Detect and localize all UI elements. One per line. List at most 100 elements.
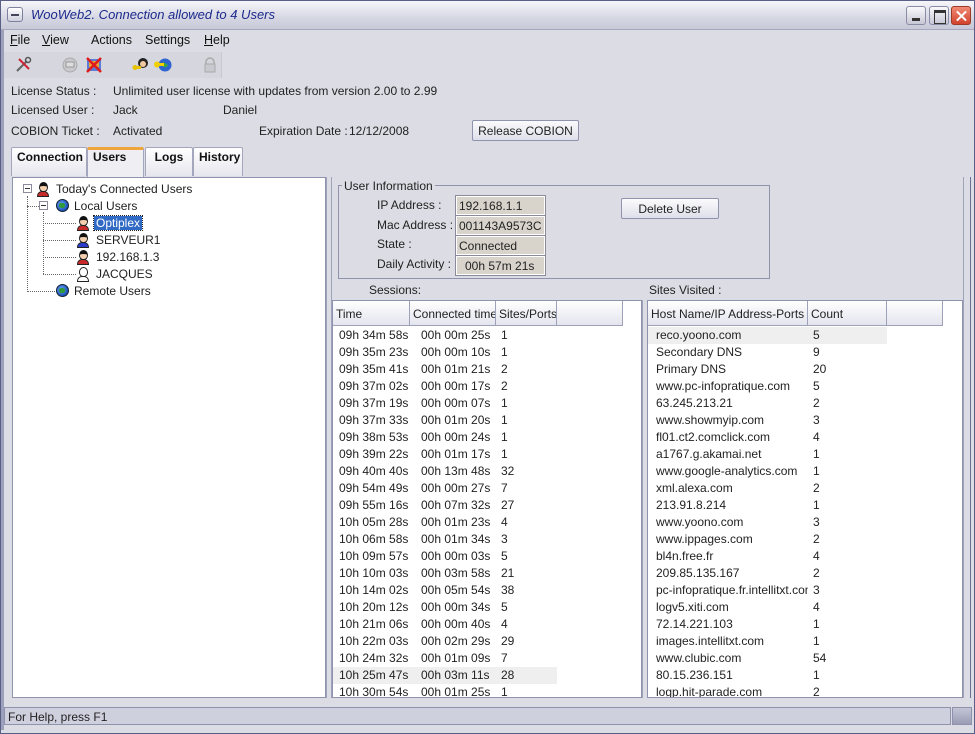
tree-node-todays-connected-users[interactable]: Today's Connected Users (35, 181, 194, 197)
computer-icon[interactable] (61, 56, 79, 74)
system-menu-icon[interactable] (7, 7, 23, 22)
sessions-cell-1: 00h 03m 11s (421, 668, 490, 682)
sessions-cell-0: 10h 22m 03s (339, 634, 409, 648)
site-row[interactable]: 63.245.213.21 2 (648, 395, 887, 412)
sessions-cell-1: 00h 00m 03s (421, 549, 491, 563)
delete-user-button[interactable]: Delete User (621, 198, 719, 219)
tree-node-remote-users[interactable]: Remote Users (51, 283, 153, 299)
tools-icon[interactable] (14, 56, 32, 74)
sites-cell-0: Primary DNS (656, 362, 727, 376)
session-row[interactable]: 10h 06m 58s 00h 01m 34s 3 (333, 531, 557, 548)
site-row[interactable]: www.clubic.com 54 (648, 650, 887, 667)
sites-visited-list[interactable]: Host Name/IP Address-Ports N... Count re… (647, 300, 963, 698)
collapse-root-toggle[interactable] (23, 184, 32, 193)
sessions-cell-1: 00h 00m 17s (421, 379, 491, 393)
site-row[interactable]: www.ippages.com 2 (648, 531, 887, 548)
globe-key-icon[interactable] (154, 56, 172, 74)
session-row[interactable]: 09h 37m 02s 00h 00m 17s 2 (333, 378, 557, 395)
menu-settings[interactable]: Settings (145, 33, 190, 47)
session-row[interactable]: 10h 22m 03s 00h 02m 29s 29 (333, 633, 557, 650)
sessions-cell-2: 5 (501, 600, 508, 614)
session-row[interactable]: 09h 35m 23s 00h 00m 10s 1 (333, 344, 557, 361)
sessions-list[interactable]: Time Connected time Sites/Ports 09h 34m … (332, 300, 642, 698)
maximize-button[interactable] (929, 6, 949, 25)
site-row[interactable]: pc-infopratique.fr.intellitxt.com 3 (648, 582, 887, 599)
sessions-cell-2: 3 (501, 532, 508, 546)
site-row[interactable]: 80.15.236.151 1 (648, 667, 887, 684)
site-row[interactable]: images.intellitxt.com 1 (648, 633, 887, 650)
tree-node-user-jacques[interactable]: JACQUES (75, 266, 155, 282)
license-status-value: Unlimited user license with updates from… (113, 84, 438, 98)
site-row[interactable]: www.google-analytics.com 1 (648, 463, 887, 480)
expiration-date-label: Expiration Date : (259, 124, 348, 138)
column-header-count[interactable]: Count (808, 301, 887, 326)
session-row[interactable]: 09h 34m 58s 00h 00m 25s 1 (333, 327, 557, 344)
minimize-button[interactable] (906, 6, 926, 25)
session-row[interactable]: 10h 21m 06s 00h 00m 40s 4 (333, 616, 557, 633)
users-tree[interactable]: Today's Connected Users Local Users Opti… (12, 177, 326, 698)
lock-icon[interactable] (201, 56, 219, 74)
session-row[interactable]: 10h 24m 32s 00h 01m 09s 7 (333, 650, 557, 667)
session-row[interactable]: 10h 30m 54s 00h 01m 25s 1 (333, 684, 557, 697)
session-row[interactable]: 09h 37m 19s 00h 00m 07s 1 (333, 395, 557, 412)
title-bar[interactable]: WooWeb2. Connection allowed to 4 Users (1, 1, 974, 30)
site-row[interactable]: Secondary DNS 9 (648, 344, 887, 361)
menu-help[interactable]: Help (204, 33, 230, 47)
tree-node-user-serveur1[interactable]: SERVEUR1 (75, 232, 162, 248)
session-row[interactable]: 09h 37m 33s 00h 01m 20s 1 (333, 412, 557, 429)
close-button[interactable] (951, 6, 971, 25)
site-row[interactable]: bl4n.free.fr 4 (648, 548, 887, 565)
site-row[interactable]: Primary DNS 20 (648, 361, 887, 378)
sessions-cell-2: 28 (501, 668, 515, 682)
site-row[interactable]: reco.yoono.com 5 (648, 327, 887, 344)
tree-node-user-192-168-1-3[interactable]: 192.168.1.3 (75, 249, 161, 265)
session-row[interactable]: 09h 38m 53s 00h 00m 24s 1 (333, 429, 557, 446)
tree-node-label: Local Users (74, 199, 138, 213)
ip-address-label: IP Address : (377, 198, 442, 212)
site-row[interactable]: 72.14.221.103 1 (648, 616, 887, 633)
site-row[interactable]: www.yoono.com 3 (648, 514, 887, 531)
column-header-time[interactable]: Time (333, 301, 410, 326)
session-row[interactable]: 09h 55m 16s 00h 07m 32s 27 (333, 497, 557, 514)
session-row[interactable]: 09h 35m 41s 00h 01m 21s 2 (333, 361, 557, 378)
menu-view[interactable]: View (42, 33, 69, 47)
session-row[interactable]: 10h 14m 02s 00h 05m 54s 38 (333, 582, 557, 599)
column-header-connected-time[interactable]: Connected time (410, 301, 496, 326)
site-row[interactable]: 213.91.8.214 1 (648, 497, 887, 514)
tree-node-local-users[interactable]: Local Users (51, 198, 139, 214)
menu-actions[interactable]: Actions (91, 33, 132, 47)
resize-grip[interactable] (952, 707, 972, 725)
column-header-host-name[interactable]: Host Name/IP Address-Ports N... (648, 301, 808, 326)
sites-cell-1: 1 (813, 447, 820, 461)
user-key-icon[interactable] (132, 56, 150, 74)
site-row[interactable]: fl01.ct2.comclick.com 4 (648, 429, 887, 446)
tab-history[interactable]: History (193, 147, 243, 176)
session-row[interactable]: 09h 40m 40s 00h 13m 48s 32 (333, 463, 557, 480)
session-row[interactable]: 10h 09m 57s 00h 00m 03s 5 (333, 548, 557, 565)
session-row[interactable]: 10h 20m 12s 00h 00m 34s 5 (333, 599, 557, 616)
session-row[interactable]: 10h 10m 03s 00h 03m 58s 21 (333, 565, 557, 582)
site-row[interactable]: xml.alexa.com 2 (648, 480, 887, 497)
session-row[interactable]: 10h 05m 28s 00h 01m 23s 4 (333, 514, 557, 531)
site-row[interactable]: logp.hit-parade.com 2 (648, 684, 887, 697)
session-row[interactable]: 10h 25m 47s 00h 03m 11s 28 (333, 667, 557, 684)
offline-user-icon (75, 266, 91, 282)
site-row[interactable]: 209.85.135.167 2 (648, 565, 887, 582)
disconnect-icon[interactable] (85, 56, 103, 74)
site-row[interactable]: a1767.g.akamai.net 1 (648, 446, 887, 463)
tab-logs[interactable]: Logs (145, 147, 193, 176)
tree-line (27, 196, 28, 292)
site-row[interactable]: www.showmyip.com 3 (648, 412, 887, 429)
session-row[interactable]: 09h 54m 49s 00h 00m 27s 7 (333, 480, 557, 497)
tab-connection[interactable]: Connection (11, 147, 87, 176)
tree-node-user-optiplex[interactable]: Optiplex (75, 215, 144, 231)
session-row[interactable]: 09h 39m 22s 00h 01m 17s 1 (333, 446, 557, 463)
column-header-sites-ports[interactable]: Sites/Ports (496, 301, 557, 326)
collapse-local-toggle[interactable] (39, 201, 48, 210)
sessions-cell-1: 00h 13m 48s (421, 464, 491, 478)
site-row[interactable]: www.pc-infopratique.com 5 (648, 378, 887, 395)
release-cobion-button[interactable]: Release COBION (472, 120, 579, 141)
site-row[interactable]: logv5.xiti.com 4 (648, 599, 887, 616)
menu-file[interactable]: File (10, 33, 30, 47)
tab-users[interactable]: Users (87, 147, 144, 177)
